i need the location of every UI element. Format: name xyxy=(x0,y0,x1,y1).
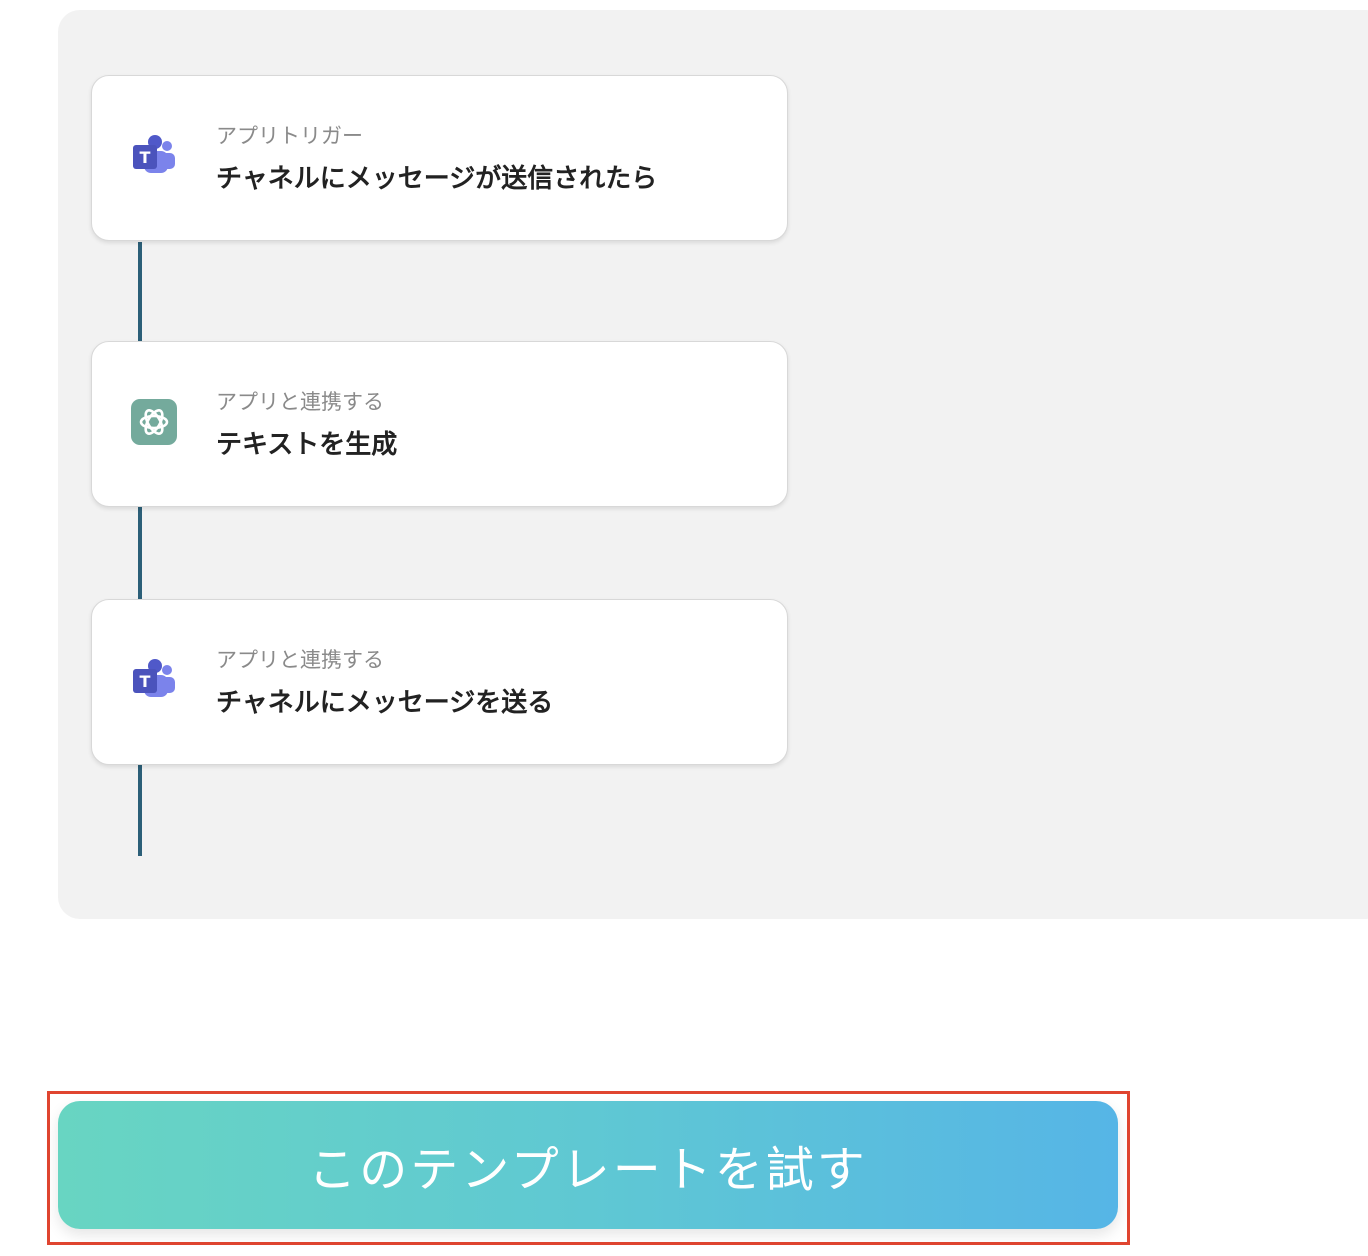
step-title: チャネルにメッセージが送信されたら xyxy=(216,164,658,194)
try-template-label: このテンプレートを試す xyxy=(308,1142,868,1198)
step-title: テキストを生成 xyxy=(216,430,398,460)
svg-text:T: T xyxy=(140,672,151,691)
chatgpt-icon xyxy=(130,398,180,448)
flow-step-trigger[interactable]: T アプリトリガー チャネルにメッセージが送信されたら xyxy=(91,75,788,241)
microsoft-teams-icon: T xyxy=(130,132,180,182)
step-subtitle: アプリと連携する xyxy=(216,648,384,672)
step-subtitle: アプリトリガー xyxy=(216,124,363,148)
microsoft-teams-icon: T xyxy=(130,656,180,706)
flow-connector xyxy=(138,242,142,342)
flow-step-action[interactable]: T アプリと連携する チャネルにメッセージを送る xyxy=(91,599,788,765)
flow-connector xyxy=(138,500,142,600)
svg-text:T: T xyxy=(140,148,151,167)
flow-connector xyxy=(138,758,142,856)
step-subtitle: アプリと連携する xyxy=(216,390,384,414)
flow-step-action[interactable]: アプリと連携する テキストを生成 xyxy=(91,341,788,507)
try-template-button[interactable]: このテンプレートを試す xyxy=(58,1101,1118,1229)
step-title: チャネルにメッセージを送る xyxy=(216,688,554,718)
